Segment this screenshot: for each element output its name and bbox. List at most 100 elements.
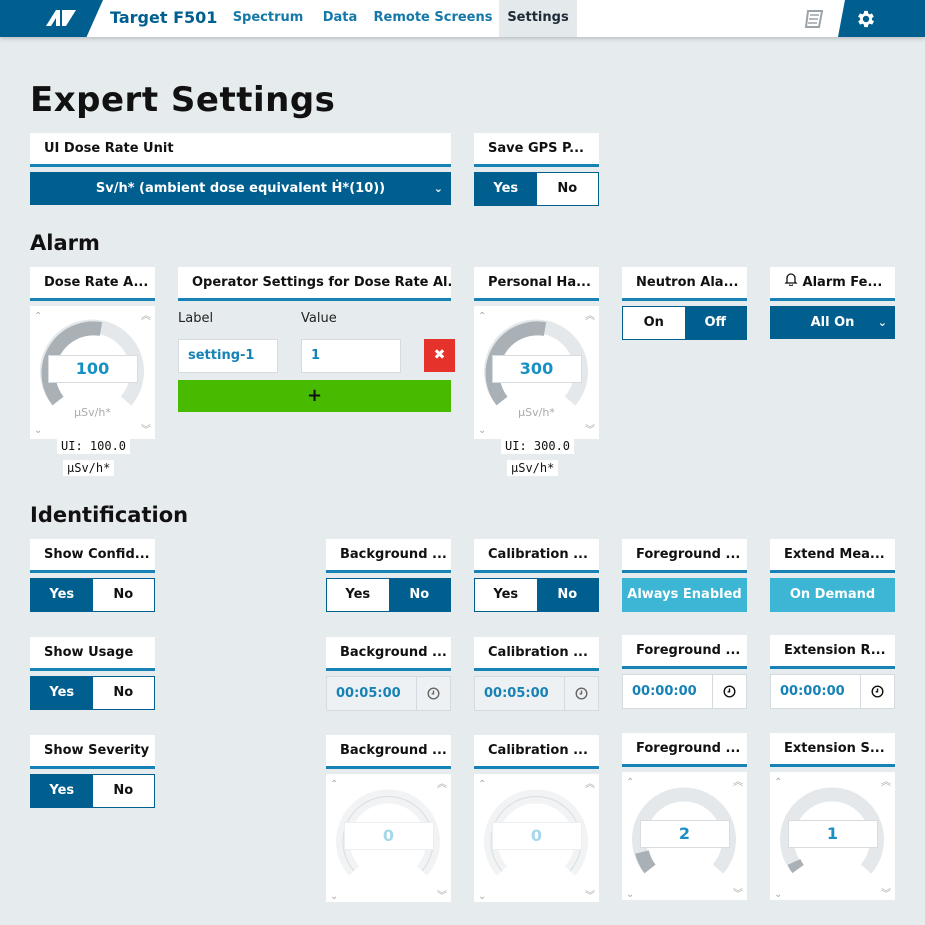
- personal-hazard-unit: μSv/h*: [518, 406, 555, 419]
- add-row-button[interactable]: +: [178, 380, 451, 412]
- logo[interactable]: [0, 0, 103, 37]
- foreground-time-value[interactable]: 00:00:00: [623, 675, 712, 708]
- chevron-down-icon[interactable]: ⌄: [34, 426, 42, 436]
- gear-icon: [858, 10, 874, 28]
- extension-count-gauge[interactable]: ⌃ ︽ 1 ⌄ ︾: [770, 772, 895, 900]
- neutron-alarm-on-option[interactable]: On: [623, 307, 685, 339]
- extension-time-label: Extension R...: [770, 635, 895, 669]
- background-time-widget: Background ... 00:05:00: [326, 637, 451, 711]
- foreground-count-label: Foreground ...: [622, 733, 747, 767]
- show-usage-toggle: Yes No: [30, 676, 155, 710]
- calibration-yes-option[interactable]: Yes: [475, 579, 537, 611]
- personal-hazard-ui-unit: μSv/h*: [507, 460, 559, 476]
- neutron-alarm-off-option[interactable]: Off: [684, 307, 746, 339]
- foreground-mode-label: Foreground ...: [622, 539, 747, 573]
- manual-book-icon[interactable]: [803, 8, 825, 30]
- save-gps-yes-option[interactable]: Yes: [475, 173, 537, 205]
- background-count-label: Background ...: [326, 735, 451, 769]
- foreground-mode-button[interactable]: Always Enabled: [622, 578, 747, 612]
- save-gps-no-option[interactable]: No: [537, 173, 599, 205]
- chevron-down-icon[interactable]: ⌄: [478, 892, 486, 902]
- calibration-time-value[interactable]: 00:05:00: [475, 677, 564, 710]
- tab-remote-screens[interactable]: Remote Screens: [370, 0, 496, 37]
- show-confidence-toggle: Yes No: [30, 578, 155, 612]
- show-confidence-no-option[interactable]: No: [93, 579, 155, 611]
- dose-rate-alarm-value[interactable]: 100: [42, 359, 143, 378]
- settings-gear-button[interactable]: [838, 0, 925, 37]
- double-chevron-down-icon[interactable]: ︾: [881, 890, 891, 900]
- dose-rate-alarm-ui-unit: μSv/h*: [63, 460, 115, 476]
- chevron-down-icon: ⌄: [433, 182, 443, 195]
- clock-icon[interactable]: [712, 675, 746, 708]
- calibration-toggle-widget: Calibration ... Yes No: [474, 539, 599, 612]
- operator-value-column-header: Value: [301, 311, 337, 326]
- app-title: Target F501: [110, 8, 218, 27]
- dose-rate-alarm-unit: μSv/h*: [74, 406, 111, 419]
- show-confidence-widget: Show Confid... Yes No: [30, 539, 155, 612]
- chevron-down-icon[interactable]: ⌄: [774, 890, 782, 900]
- top-bar: Target F501 Spectrum Data Remote Screens…: [0, 0, 925, 37]
- double-chevron-down-icon[interactable]: ︾: [437, 892, 447, 902]
- calibration-count-label: Calibration ...: [474, 735, 599, 769]
- clock-icon[interactable]: [564, 677, 598, 710]
- tab-spectrum[interactable]: Spectrum: [227, 0, 309, 37]
- foreground-time-field[interactable]: 00:00:00: [622, 674, 747, 709]
- show-severity-label: Show Severity: [30, 735, 155, 769]
- double-chevron-down-icon[interactable]: ︾: [585, 426, 595, 436]
- show-confidence-yes-option[interactable]: Yes: [31, 579, 93, 611]
- operator-settings-label: Operator Settings for Dose Rate Al...: [178, 267, 451, 301]
- extension-time-value[interactable]: 00:00:00: [771, 675, 860, 708]
- save-gps-label: Save GPS P...: [474, 133, 599, 167]
- alarm-feedback-select[interactable]: All On ⌄: [770, 306, 895, 339]
- background-count-gauge[interactable]: ⌃ ︽ 0 ⌄ ︾: [326, 774, 451, 902]
- show-severity-widget: Show Severity Yes No: [30, 735, 155, 808]
- double-chevron-down-icon[interactable]: ︾: [141, 426, 151, 436]
- background-yes-option[interactable]: Yes: [327, 579, 389, 611]
- ui-dose-rate-unit-select[interactable]: Sv/h* (ambient dose equivalent Ḣ*(10)) ⌄: [30, 172, 451, 205]
- show-severity-no-option[interactable]: No: [93, 775, 155, 807]
- extension-count-value[interactable]: 1: [782, 824, 883, 843]
- extension-time-widget: Extension R... 00:00:00: [770, 635, 895, 709]
- background-time-value[interactable]: 00:05:00: [327, 677, 416, 710]
- chevron-down-icon[interactable]: ⌄: [626, 890, 634, 900]
- show-severity-yes-option[interactable]: Yes: [31, 775, 93, 807]
- chevron-down-icon[interactable]: ⌄: [330, 892, 338, 902]
- save-gps-widget: Save GPS P... Yes No: [474, 133, 599, 206]
- clock-icon[interactable]: [860, 675, 894, 708]
- show-usage-widget: Show Usage Yes No: [30, 637, 155, 710]
- background-no-option[interactable]: No: [388, 579, 450, 611]
- dose-rate-alarm-gauge[interactable]: ⌃ ︽ 100 μSv/h* ⌄ ︾: [30, 306, 155, 439]
- delete-row-button[interactable]: ✖: [424, 339, 455, 372]
- chevron-down-icon: ⌄: [877, 316, 887, 329]
- calibration-no-option[interactable]: No: [536, 579, 598, 611]
- operator-setting-label-input[interactable]: setting-1: [178, 339, 278, 373]
- tab-data[interactable]: Data: [314, 0, 366, 37]
- extend-measurement-button[interactable]: On Demand: [770, 578, 895, 612]
- background-toggle-label: Background ...: [326, 539, 451, 573]
- background-toggle: Yes No: [326, 578, 451, 612]
- operator-setting-value-input[interactable]: 1: [301, 339, 401, 373]
- background-count-value[interactable]: 0: [338, 826, 439, 845]
- show-usage-no-option[interactable]: No: [93, 677, 155, 709]
- extension-time-field[interactable]: 00:00:00: [770, 674, 895, 709]
- chevron-down-icon[interactable]: ⌄: [478, 426, 486, 436]
- calibration-count-gauge[interactable]: ⌃ ︽ 0 ⌄ ︾: [474, 774, 599, 902]
- double-chevron-down-icon[interactable]: ︾: [585, 892, 595, 902]
- foreground-count-gauge[interactable]: ⌃ ︽ 2 ⌄ ︾: [622, 772, 747, 900]
- dose-rate-alarm-ui-value: UI: 100.0: [57, 438, 131, 454]
- background-time-field[interactable]: 00:05:00: [326, 676, 451, 711]
- show-usage-yes-option[interactable]: Yes: [31, 677, 93, 709]
- clock-icon[interactable]: [416, 677, 450, 710]
- personal-hazard-gauge[interactable]: ⌃ ︽ 300 μSv/h* ⌄ ︾: [474, 306, 599, 439]
- save-gps-toggle: Yes No: [474, 172, 599, 206]
- show-usage-label: Show Usage: [30, 637, 155, 671]
- neutron-alarm-toggle: On Off: [622, 306, 747, 340]
- calibration-count-value[interactable]: 0: [486, 826, 587, 845]
- foreground-count-widget: Foreground ... ⌃ ︽ 2 ⌄ ︾: [622, 733, 747, 900]
- double-chevron-down-icon[interactable]: ︾: [733, 890, 743, 900]
- neutron-alarm-widget: Neutron Ala... On Off: [622, 267, 747, 340]
- personal-hazard-value[interactable]: 300: [486, 359, 587, 378]
- tab-settings[interactable]: Settings: [499, 0, 577, 37]
- calibration-time-field[interactable]: 00:05:00: [474, 676, 599, 711]
- foreground-count-value[interactable]: 2: [634, 824, 735, 843]
